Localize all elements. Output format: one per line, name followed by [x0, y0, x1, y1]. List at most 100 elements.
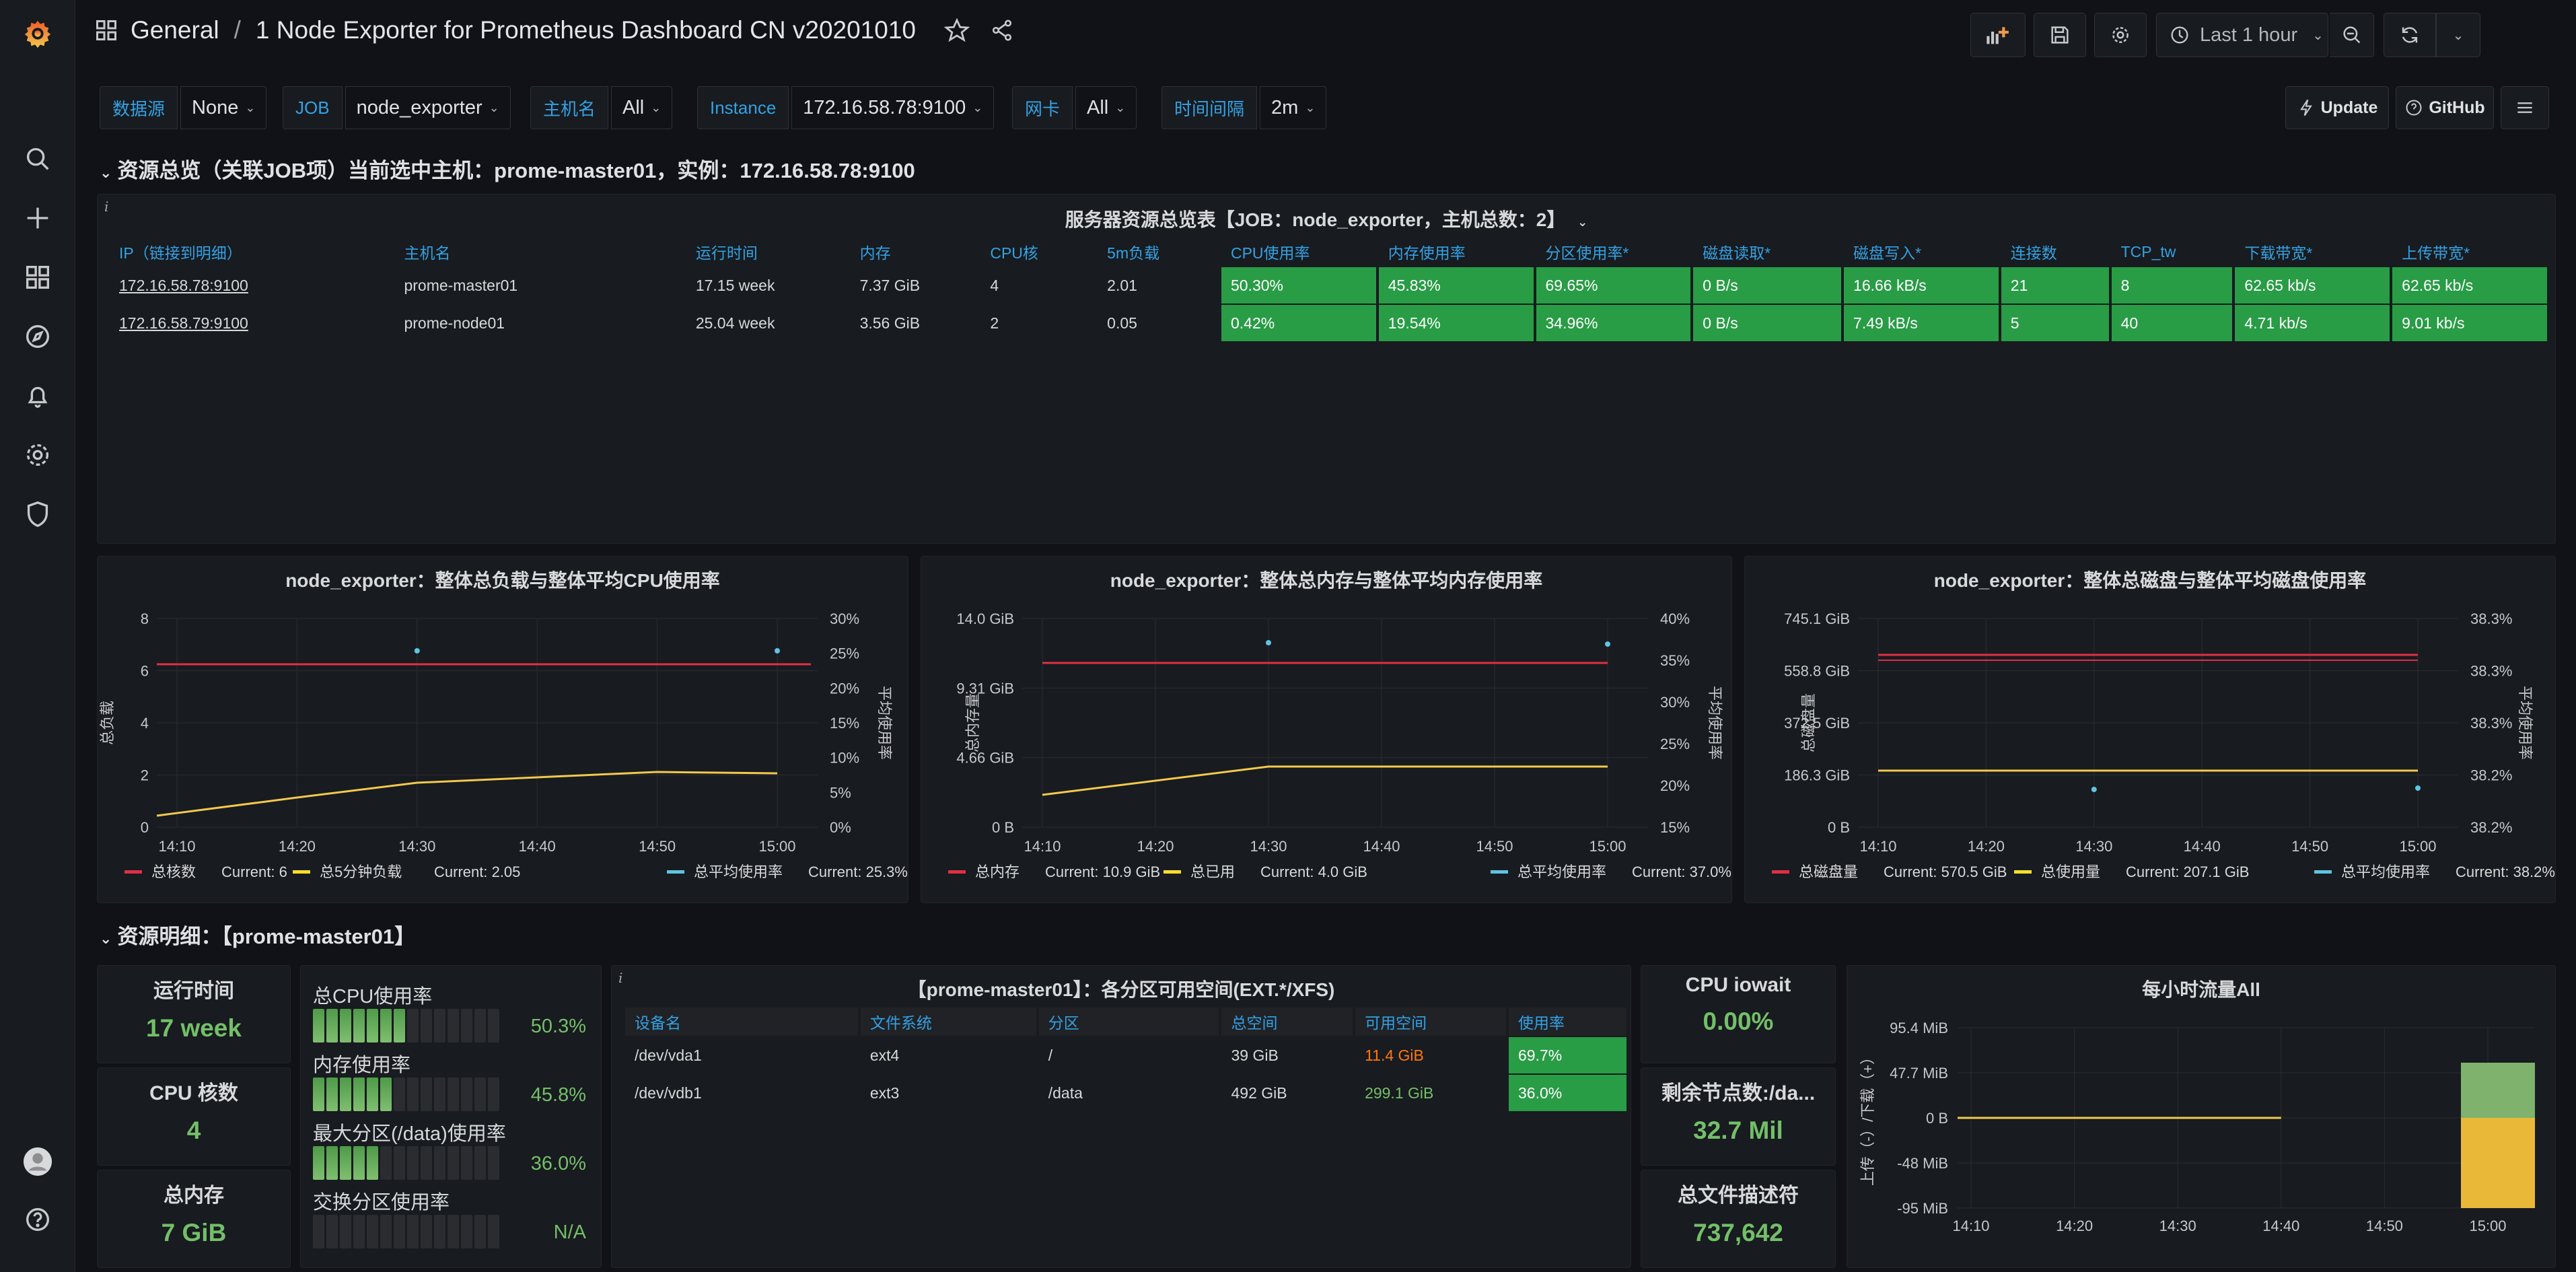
gauge-label: 交换分区使用率 [313, 1192, 450, 1213]
stat-title: 剩余节点数:/da... [1661, 1082, 1816, 1104]
legend-name: 总使用量 [2041, 863, 2100, 880]
explore-compass-icon[interactable] [19, 318, 57, 355]
variable-interval[interactable]: 时间间隔 2m ⌄ [1161, 86, 1327, 129]
variable-value-dropdown[interactable]: node_exporter ⌄ [345, 86, 511, 129]
add-panel-button[interactable] [1970, 13, 2026, 57]
star-icon[interactable] [943, 17, 970, 43]
gauge-bar [313, 1077, 499, 1111]
variable-nic[interactable]: 网卡 All ⌄ [1012, 86, 1137, 129]
column-header[interactable]: 分区 [1038, 1008, 1219, 1036]
time-picker-button[interactable]: Last 1 hour ⌄ [2156, 13, 2328, 57]
column-header[interactable]: 内存 [851, 238, 978, 266]
variable-job[interactable]: JOB node_exporter ⌄ [283, 86, 511, 129]
column-header[interactable]: CPU使用率 [1221, 238, 1376, 266]
column-header[interactable]: 下载带宽* [2235, 238, 2390, 266]
gauge-cell [394, 1215, 405, 1248]
variable-value: node_exporter [356, 96, 482, 118]
column-header[interactable]: 连接数 [2001, 238, 2109, 266]
zoom-out-button[interactable] [2330, 13, 2374, 57]
gauge-cell [434, 1146, 445, 1180]
create-plus-icon[interactable] [19, 199, 57, 237]
share-icon[interactable] [990, 18, 1014, 42]
variable-value-dropdown[interactable]: None ⌄ [180, 86, 267, 129]
host-ip-link[interactable]: 172.16.58.79:9100 [110, 305, 392, 341]
refresh-interval-dropdown[interactable]: ⌄ [2436, 13, 2480, 57]
x-tick-label: 14:20 [279, 838, 316, 855]
dashboards-grid-icon[interactable] [19, 258, 57, 296]
variable-value-dropdown[interactable]: 2m ⌄ [1260, 86, 1327, 129]
server-overview-table-panel: i 服务器资源总览表【JOB：node_exporter，主机总数：2】 ⌄ I… [97, 194, 2556, 544]
gauge-label: 最大分区(/data)使用率 [313, 1123, 506, 1145]
x-tick-label: 14:40 [1363, 838, 1400, 855]
breadcrumb-folder[interactable]: General [131, 16, 219, 44]
column-header[interactable]: CPU核 [980, 238, 1095, 266]
timeseries-chart[interactable]: 8 6 4 2 0 30% 25% 20% 15% 10% 5% 0% 14:10 14:20 14:30 1… [98, 557, 908, 903]
update-link-button[interactable]: Update [2285, 86, 2389, 129]
variable-label: JOB [283, 86, 343, 129]
row-header-overview[interactable]: ⌄ 资源总览（关联JOB项）当前选中主机：prome-master01，实例：17… [100, 153, 915, 184]
gauge-cell [488, 1215, 499, 1248]
variable-value-dropdown[interactable]: 172.16.58.78:9100 ⌄ [791, 86, 995, 129]
column-header[interactable]: 可用空间 [1355, 1008, 1506, 1036]
variable-instance[interactable]: Instance 172.16.58.78:9100 ⌄ [697, 86, 995, 129]
column-header[interactable]: TCP_tw [2112, 238, 2233, 266]
y-tick-label: 4 [141, 715, 149, 732]
timeseries-chart[interactable]: 14.0 GiB9.31 GiB4.66 GiB0 B40%35%30%25%2… [921, 557, 1732, 903]
gauge-cell [421, 1077, 432, 1111]
dashboard-settings-button[interactable] [2094, 13, 2147, 57]
column-header[interactable]: 上传带宽* [2392, 238, 2547, 266]
github-link-button[interactable]: GitHub [2396, 86, 2494, 129]
file-descriptors-stat-panel: 总文件描述符 737,642 [1641, 1170, 1836, 1268]
table-cell: 7.37 GiB [859, 276, 921, 294]
column-header[interactable]: 文件系统 [860, 1008, 1036, 1036]
search-icon[interactable] [19, 140, 57, 178]
column-header[interactable]: 总空间 [1221, 1008, 1353, 1036]
configuration-gear-icon[interactable] [19, 436, 57, 474]
help-icon[interactable] [19, 1201, 57, 1238]
server-admin-shield-icon[interactable] [19, 495, 57, 533]
gauge-cell [353, 1077, 365, 1111]
panel-title[interactable]: 【prome-master01】：各分区可用空间(EXT.*/XFS) [612, 975, 1631, 1002]
legend-current: Current: 4.0 GiB [1260, 863, 1367, 880]
column-header[interactable]: 磁盘读取* [1693, 238, 1841, 266]
variable-datasource[interactable]: 数据源 None ⌄ [100, 86, 267, 129]
dashboard-title[interactable]: 1 Node Exporter for Prometheus Dashboard… [256, 16, 916, 44]
variable-value-dropdown[interactable]: All ⌄ [611, 86, 673, 129]
refresh-button[interactable] [2384, 13, 2436, 57]
user-avatar[interactable] [19, 1143, 57, 1180]
y2-axis-label: 平均使用率 [2517, 686, 2534, 760]
column-header[interactable]: 主机名 [394, 238, 683, 266]
save-dashboard-button[interactable] [2034, 13, 2086, 57]
y2-tick-label: 25% [1660, 736, 1690, 752]
grafana-logo-icon[interactable] [19, 15, 57, 52]
gauge-cell [461, 1077, 472, 1111]
chevron-down-icon: ⌄ [245, 100, 256, 114]
column-header[interactable]: 5m负载 [1098, 238, 1219, 266]
column-header[interactable]: 分区使用率* [1536, 238, 1691, 266]
column-header[interactable]: 运行时间 [686, 238, 848, 266]
column-header[interactable]: IP（链接到明细） [110, 238, 392, 266]
gauge-cell [340, 1009, 351, 1043]
column-header[interactable]: 内存使用率 [1379, 238, 1534, 266]
table-cell: 2 [990, 314, 999, 332]
partitions-table: 设备名 文件系统 分区 总空间 可用空间 使用率 /dev/vda1 ext4 / 39 GiB… [622, 1006, 1629, 1112]
row-header-detail[interactable]: ⌄ 资源明细：【prome-master01】 [100, 919, 415, 950]
y-tick-label: 558.8 GiB [1784, 663, 1850, 680]
host-ip-link[interactable]: 172.16.58.78:9100 [110, 267, 392, 304]
timeseries-chart[interactable]: 745.1 GiB 558.8 GiB 372.5 GiB 186.3 GiB 0 B 3… [1745, 557, 2556, 903]
variable-hostname[interactable]: 主机名 All ⌄ [530, 86, 673, 129]
add-panel-icon [1987, 27, 2009, 44]
variable-value-dropdown[interactable]: All ⌄ [1075, 86, 1137, 129]
menu-button[interactable] [2501, 86, 2549, 129]
alerting-bell-icon[interactable] [19, 377, 57, 415]
timeseries-panel: node_exporter：整体总内存与整体平均内存使用率 14.0 GiB 9.3… [921, 556, 1732, 903]
panel-title[interactable]: 服务器资源总览表【JOB：node_exporter，主机总数：2】 ⌄ [98, 205, 2555, 232]
traffic-chart[interactable]: 95.4 MiB 47.7 MiB 0 B -48 MiB -95 MiB14:10 14… [1847, 966, 2556, 1268]
table-cell: 2.01 [1107, 276, 1137, 294]
column-header[interactable]: 设备名 [625, 1008, 858, 1036]
y-tick-label: 372.5 GiB [1784, 715, 1850, 732]
column-header[interactable]: 使用率 [1508, 1008, 1626, 1036]
total-memory-stat-panel: 总内存 7 GiB [97, 1170, 291, 1268]
column-header[interactable]: 磁盘写入* [1844, 238, 1999, 266]
partitions-table-panel: i 【prome-master01】：各分区可用空间(EXT.*/XFS) 设备… [611, 965, 1631, 1268]
